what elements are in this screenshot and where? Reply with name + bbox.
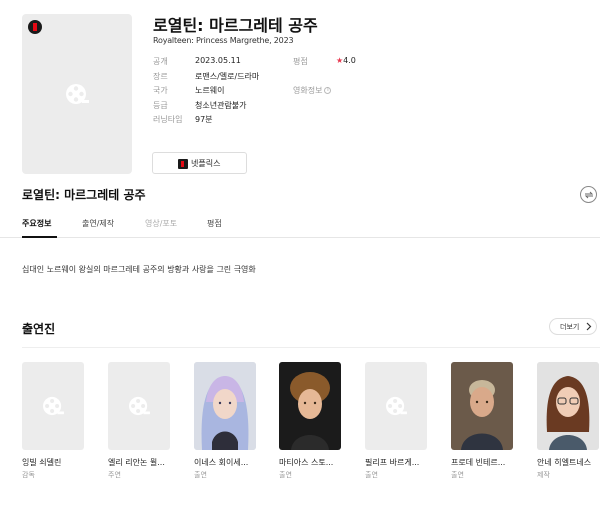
release-label: 공개 [153,57,168,66]
cast-name: 프로데 빈테르... [451,458,506,467]
cast-photo-placeholder [22,362,84,450]
movie-poster [22,14,132,174]
chevron-right-icon [586,322,592,331]
cast-name: 안네 히엘트네스 [537,458,592,467]
cast-role: 감독 [22,471,35,479]
tab-main-info[interactable]: 주요정보 [22,218,51,229]
synopsis: 십대인 노르웨이 왕실의 마르그레테 공주의 방황과 사랑을 그린 극영화 [22,265,256,274]
netflix-watch-button[interactable]: 넷플릭스 [152,152,247,174]
more-label: 더보기 [560,322,580,331]
cast-photo-placeholder [365,362,427,450]
genre-label: 장르 [153,72,168,81]
movie-original-title: Royalteen: Princess Margrethe, 2023 [153,36,294,45]
tab-bar: 주요정보 출연/제작 영상/포토 평점 [0,212,600,238]
film-reel-icon [66,84,89,104]
rating-value: ★4.0 [336,56,356,65]
cast-photo [194,362,256,450]
film-reel-icon [129,396,150,416]
share-icon [584,191,594,199]
release-value: 2023.05.11 [195,56,241,65]
cast-role: 출연 [279,471,292,479]
film-reel-icon [43,396,64,416]
cast-name: 마티아스 스토... [279,458,334,467]
netflix-icon [178,159,188,169]
tab-cast-crew[interactable]: 출연/제작 [82,218,114,229]
portrait-woman-glasses [537,362,599,450]
grade-label: 등급 [153,101,168,110]
movie-title: 로열틴: 마르그레테 공주 [153,16,318,35]
cast-card[interactable]: 마티아스 스토... 출연 [279,362,341,480]
cast-role: 출연 [451,471,464,479]
film-reel-icon [386,396,407,416]
rating-label: 평점 [293,57,308,66]
cast-more-button[interactable]: 더보기 [549,318,597,335]
netflix-badge-icon [28,20,42,34]
cast-role: 출연 [365,471,378,479]
cast-card[interactable]: 프로데 빈테르... 출연 [451,362,513,480]
portrait-woman-blue-hair [194,362,256,450]
cast-card[interactable]: 잉빌 쇠델린 감독 [22,362,84,480]
cast-card[interactable]: 필리프 바르게... 출연 [365,362,427,480]
share-button[interactable] [580,186,597,203]
cast-photo-placeholder [108,362,170,450]
runtime-value: 97분 [195,115,213,124]
cast-role: 제작 [537,471,550,479]
netflix-button-label: 넷플릭스 [191,158,221,168]
cast-name: 이네스 회이세... [194,458,249,467]
portrait-young-man-curly [279,362,341,450]
cast-name: 필리프 바르게... [365,458,420,467]
cast-section-title: 출연진 [22,322,56,336]
tab-video-photo[interactable]: 영상/포토 [145,218,177,229]
cast-card[interactable]: 이네스 회이세... 출연 [194,362,256,480]
movie-info-link[interactable]: 영화정보 i [293,85,332,96]
divider [22,347,600,348]
tab-rating[interactable]: 평점 [207,218,222,229]
country-label: 국가 [153,86,168,95]
cast-card[interactable]: 안네 히엘트네스 제작 [537,362,599,480]
cast-card[interactable]: 엘리 리안논 뮐... 주연 [108,362,170,480]
cast-photo [537,362,599,450]
grade-value: 청소년관람불가 [195,101,247,110]
runtime-label: 러닝타임 [153,115,183,124]
cast-role: 출연 [194,471,207,479]
cast-role: 주연 [108,471,121,479]
active-tab-indicator [22,236,57,238]
genre-value: 로맨스/멜로/드라마 [195,72,260,81]
cast-name: 잉빌 쇠델린 [22,458,62,467]
cast-photo [451,362,513,450]
portrait-older-man [451,362,513,450]
cast-photo [279,362,341,450]
country-value: 노르웨이 [195,86,225,95]
info-icon[interactable]: i [324,87,332,94]
section-title: 로열틴: 마르그레테 공주 [22,188,146,202]
cast-name: 엘리 리안논 뮐... [108,458,165,467]
